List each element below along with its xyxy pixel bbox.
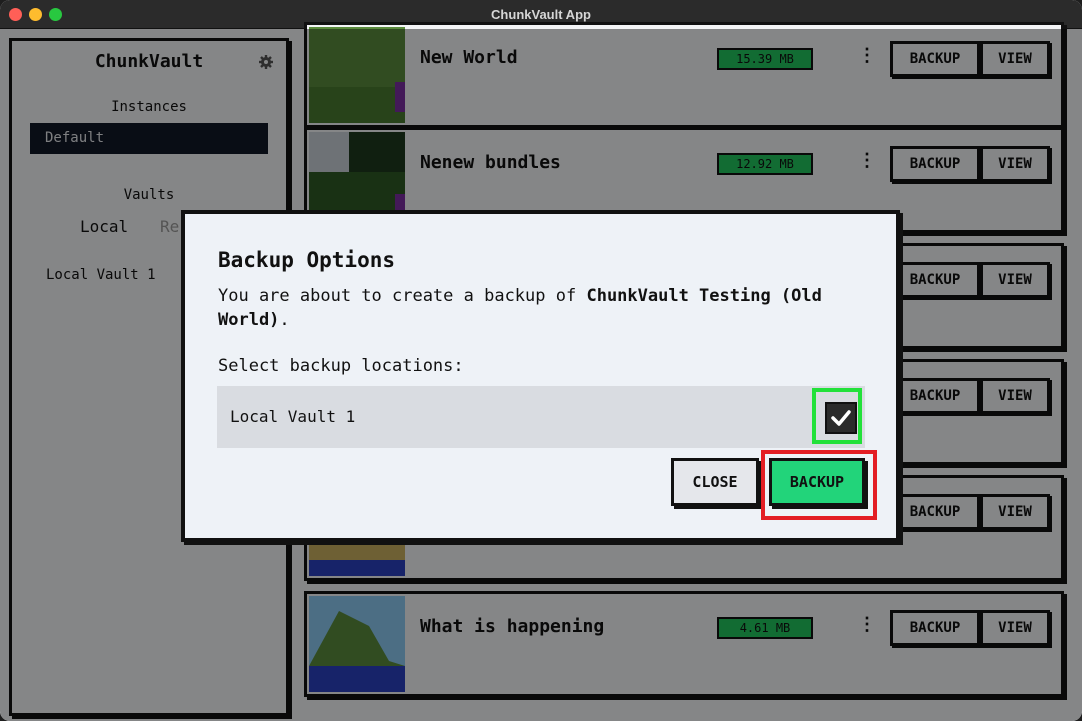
backup-options-dialog: Backup Options You are about to create a…: [181, 210, 900, 542]
select-locations-label: Select backup locations:: [218, 356, 464, 376]
backup-button-highlight: [761, 450, 877, 520]
dialog-title: Backup Options: [218, 248, 396, 272]
app-window: ChunkVault App ChunkVault Instances Defa…: [0, 0, 1082, 721]
window-title: ChunkVault App: [491, 7, 591, 22]
close-button[interactable]: CLOSE: [671, 458, 759, 506]
checkbox-highlight: [812, 388, 862, 444]
dialog-description: You are about to create a backup of Chun…: [218, 284, 858, 332]
location-name: Local Vault 1: [230, 407, 356, 426]
description-prefix: You are about to create a backup of: [218, 286, 587, 306]
location-row[interactable]: Local Vault 1: [217, 386, 865, 448]
description-suffix: .: [279, 310, 290, 330]
